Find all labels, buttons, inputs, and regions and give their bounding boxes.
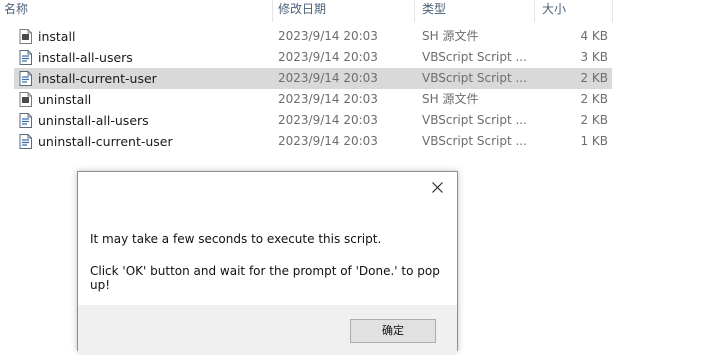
column-name-header[interactable]: 名称 (0, 0, 272, 20)
file-date: 2023/9/14 20:03 (278, 113, 378, 127)
column-type-header[interactable]: 类型 (418, 0, 534, 20)
sh-file-icon (19, 92, 32, 107)
file-size: 2 KB (580, 71, 608, 85)
file-row[interactable]: uninstall-current-user 2023/9/14 20:03 V… (14, 131, 612, 152)
vbscript-file-icon (19, 113, 32, 128)
file-row[interactable]: uninstall 2023/9/14 20:03 SH 源文件 2 KB (14, 89, 612, 110)
column-date-header[interactable]: 修改日期 (274, 0, 414, 20)
file-date: 2023/9/14 20:03 (278, 92, 378, 106)
file-name: uninstall-all-users (38, 113, 149, 128)
dialog-message-line2: Click 'OK' button and wait for the promp… (90, 264, 440, 292)
file-name: uninstall-current-user (38, 134, 173, 149)
column-divider[interactable] (414, 0, 415, 22)
file-row[interactable]: install-all-users 2023/9/14 20:03 VBScri… (14, 47, 612, 68)
vbscript-file-icon (19, 134, 32, 149)
file-size: 2 KB (580, 92, 608, 106)
file-size: 3 KB (580, 50, 608, 64)
file-date: 2023/9/14 20:03 (278, 134, 378, 148)
file-type: SH 源文件 (422, 92, 479, 106)
file-name: uninstall (38, 92, 92, 107)
column-size-header[interactable]: 大小 (538, 0, 612, 20)
message-dialog: It may take a few seconds to execute thi… (77, 171, 458, 355)
file-name: install-current-user (38, 71, 157, 86)
file-type: VBScript Script ... (422, 113, 527, 127)
file-row[interactable]: install 2023/9/14 20:03 SH 源文件 4 KB (14, 26, 612, 47)
file-size: 4 KB (580, 29, 608, 43)
file-type: VBScript Script ... (422, 71, 527, 85)
vbscript-file-icon (19, 50, 32, 65)
dialog-message-line1: It may take a few seconds to execute thi… (90, 232, 382, 246)
file-type: SH 源文件 (422, 29, 479, 43)
column-header: 名称 修改日期 类型 大小 (0, 0, 715, 22)
column-size-label: 大小 (542, 2, 567, 16)
file-date: 2023/9/14 20:03 (278, 50, 378, 64)
file-name: install (38, 29, 76, 44)
file-type: VBScript Script ... (422, 50, 527, 64)
file-date: 2023/9/14 20:03 (278, 29, 378, 43)
file-date: 2023/9/14 20:03 (278, 71, 378, 85)
file-type: VBScript Script ... (422, 134, 527, 148)
vbscript-file-icon (19, 71, 32, 86)
close-icon (431, 181, 443, 193)
file-row-selected[interactable]: install-current-user 2023/9/14 20:03 VBS… (14, 68, 612, 89)
column-divider[interactable] (534, 0, 535, 22)
ok-button[interactable]: 确定 (350, 319, 436, 343)
file-row[interactable]: uninstall-all-users 2023/9/14 20:03 VBSc… (14, 110, 612, 131)
column-divider[interactable] (612, 0, 613, 22)
sh-file-icon (19, 29, 32, 44)
file-size: 1 KB (580, 134, 608, 148)
column-name-label: 名称 (4, 2, 29, 16)
file-size: 2 KB (580, 113, 608, 127)
column-type-label: 类型 (422, 2, 447, 16)
column-divider[interactable] (272, 0, 273, 22)
close-button[interactable] (423, 176, 451, 198)
file-name: install-all-users (38, 50, 133, 65)
column-date-label: 修改日期 (278, 2, 327, 16)
